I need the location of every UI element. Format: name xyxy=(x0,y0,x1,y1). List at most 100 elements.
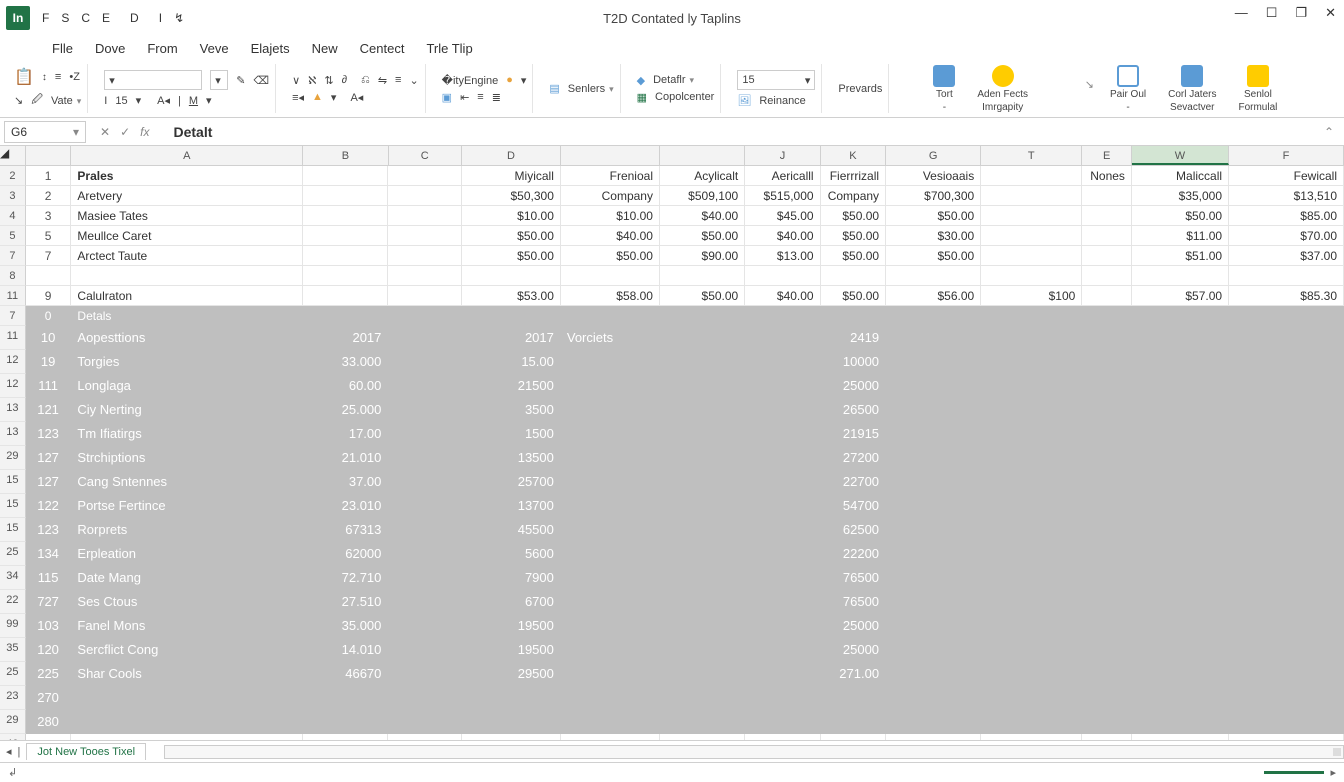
cell[interactable] xyxy=(1229,494,1344,518)
cell[interactable]: Aopesttions xyxy=(71,326,303,350)
cell[interactable] xyxy=(886,614,981,638)
cell[interactable] xyxy=(745,710,820,734)
cell[interactable] xyxy=(1229,374,1344,398)
cell[interactable] xyxy=(561,446,660,470)
cell[interactable]: 19500 xyxy=(462,638,561,662)
qat-item[interactable]: E xyxy=(102,11,110,25)
row-header[interactable]: 40 xyxy=(0,734,26,740)
cell[interactable] xyxy=(981,306,1082,326)
cell[interactable] xyxy=(886,446,981,470)
cell[interactable]: $35,000 xyxy=(1132,186,1229,206)
cell[interactable] xyxy=(303,206,388,226)
cell[interactable] xyxy=(981,734,1082,740)
cell[interactable]: 29500 xyxy=(462,662,561,686)
cell[interactable] xyxy=(1132,422,1229,446)
cell[interactable]: 33.000 xyxy=(303,350,388,374)
styles-dropdown[interactable]: Senlers xyxy=(568,83,614,95)
cell[interactable] xyxy=(886,734,981,740)
cell[interactable] xyxy=(660,638,745,662)
qat-item[interactable]: C xyxy=(81,11,90,25)
copy-center-button[interactable]: Copolcenter xyxy=(655,91,714,103)
cell[interactable] xyxy=(1082,326,1132,350)
column-header[interactable]: G xyxy=(886,146,981,165)
row-header[interactable]: 11 xyxy=(0,326,26,350)
cell[interactable] xyxy=(660,398,745,422)
cell[interactable] xyxy=(388,662,461,686)
cell[interactable]: 14.010 xyxy=(303,638,388,662)
cell[interactable] xyxy=(1082,710,1132,734)
cell[interactable]: 2 xyxy=(26,186,72,206)
cell[interactable]: 19500 xyxy=(462,614,561,638)
cell[interactable]: Masiee Tates xyxy=(71,206,303,226)
cell[interactable]: 2017 xyxy=(303,326,388,350)
qat-item[interactable]: ↯ xyxy=(174,11,184,25)
menu-item[interactable]: Trle Tlip xyxy=(426,41,472,56)
cell[interactable] xyxy=(745,470,820,494)
cell[interactable]: 9 xyxy=(26,286,72,306)
cell[interactable] xyxy=(1229,710,1344,734)
cell[interactable]: Portse Fertince xyxy=(71,494,303,518)
cell[interactable]: 3500 xyxy=(462,398,561,422)
cell[interactable]: 22700 xyxy=(821,470,886,494)
cell[interactable] xyxy=(388,286,461,306)
cell[interactable]: 280 xyxy=(26,710,72,734)
cell[interactable] xyxy=(303,166,388,186)
row-header[interactable]: 99 xyxy=(0,614,26,638)
cell[interactable] xyxy=(660,686,745,710)
cell[interactable]: $50.00 xyxy=(821,206,886,226)
cell[interactable] xyxy=(660,446,745,470)
cell[interactable]: 727 xyxy=(26,590,72,614)
cell[interactable] xyxy=(1082,686,1132,710)
cell[interactable] xyxy=(981,614,1082,638)
cell[interactable]: $50.00 xyxy=(660,226,745,246)
cell[interactable] xyxy=(981,326,1082,350)
cell[interactable]: 25000 xyxy=(821,374,886,398)
cancel-icon[interactable]: ✕ xyxy=(100,125,110,139)
cell[interactable] xyxy=(821,266,886,286)
cell[interactable] xyxy=(745,374,820,398)
cell[interactable]: Arctect Taute xyxy=(71,246,303,266)
column-header[interactable]: J xyxy=(745,146,820,165)
cell[interactable] xyxy=(388,566,461,590)
cell[interactable]: Company xyxy=(561,186,660,206)
ribbon-btn-text[interactable]: Tort- xyxy=(927,63,961,115)
cell[interactable]: $700,300 xyxy=(886,186,981,206)
cell[interactable]: 134 xyxy=(26,542,72,566)
horizontal-scrollbar[interactable] xyxy=(164,745,1344,759)
cell[interactable] xyxy=(1082,350,1132,374)
cell[interactable]: $40.00 xyxy=(660,206,745,226)
cell[interactable]: 122 xyxy=(26,494,72,518)
cell[interactable]: $50.00 xyxy=(821,286,886,306)
cell[interactable] xyxy=(1082,494,1132,518)
cell[interactable] xyxy=(1082,206,1132,226)
cell[interactable] xyxy=(981,686,1082,710)
cell[interactable] xyxy=(561,662,660,686)
minimize-button[interactable]: — xyxy=(1235,5,1248,21)
cell[interactable]: 46670 xyxy=(303,662,388,686)
cell[interactable] xyxy=(1229,734,1344,740)
number-format-combo[interactable]: 15▾ xyxy=(737,70,815,90)
cell[interactable] xyxy=(1132,710,1229,734)
cell[interactable] xyxy=(71,686,303,710)
column-header[interactable]: A xyxy=(71,146,303,165)
cell[interactable]: 121 xyxy=(26,398,72,422)
cell[interactable] xyxy=(303,286,388,306)
cell[interactable] xyxy=(745,446,820,470)
cell[interactable]: Date Mang xyxy=(71,566,303,590)
cell[interactable]: 25000 xyxy=(821,638,886,662)
cell[interactable] xyxy=(660,542,745,566)
cell[interactable] xyxy=(561,266,660,286)
cell[interactable] xyxy=(561,614,660,638)
cell[interactable] xyxy=(1132,614,1229,638)
cell[interactable]: 21.010 xyxy=(303,446,388,470)
cell[interactable]: Vorciets xyxy=(561,326,660,350)
cell[interactable]: 2017 xyxy=(462,326,561,350)
cell[interactable] xyxy=(561,374,660,398)
cell[interactable]: 7 xyxy=(26,246,72,266)
cell[interactable] xyxy=(886,566,981,590)
ribbon-btn-pair[interactable]: Pair Oul- xyxy=(1104,63,1152,115)
cell[interactable] xyxy=(660,662,745,686)
cell[interactable]: Longlaga xyxy=(71,374,303,398)
row-header[interactable]: 15 xyxy=(0,494,26,518)
cell[interactable] xyxy=(886,350,981,374)
